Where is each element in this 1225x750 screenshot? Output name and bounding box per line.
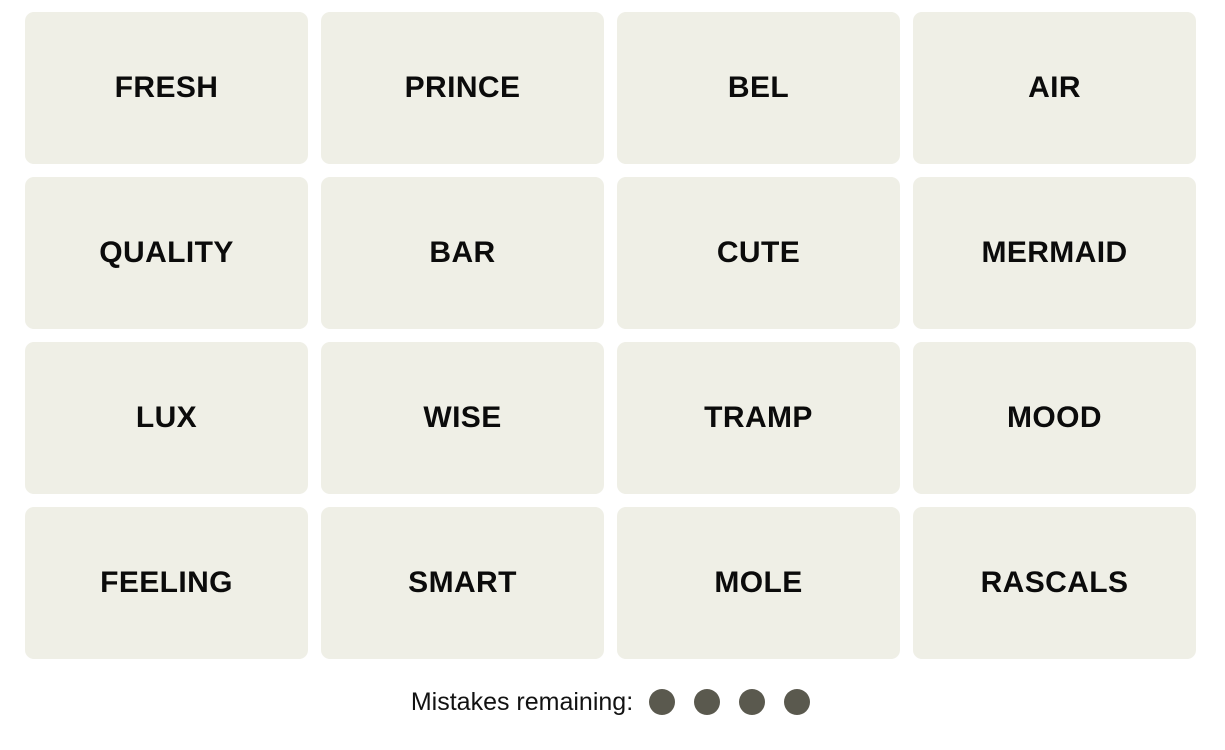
word-tile[interactable]: LUX [25,342,308,494]
word-tile[interactable]: FEELING [25,507,308,659]
word-tile-label: LUX [135,401,198,434]
word-tile[interactable]: MOOD [913,342,1196,494]
word-tile-label: TRAMP [704,401,813,434]
word-tile-label: RASCALS [980,566,1129,599]
mistake-dot-4 [784,689,811,715]
word-tile[interactable]: TRAMP [617,342,900,494]
word-tile[interactable]: MERMAID [913,177,1196,329]
word-tile[interactable]: CUTE [617,177,900,329]
mistake-dot-3 [739,689,766,715]
word-tile-label: PRINCE [404,71,521,104]
word-tile[interactable]: SMART [321,507,604,659]
word-tile-label: WISE [423,401,502,434]
mistake-dot-1 [649,689,676,715]
word-tile-label: SMART [408,566,517,599]
word-tile[interactable]: QUALITY [25,177,308,329]
word-tile-label: AIR [1028,71,1081,104]
mistake-dot-2 [694,689,721,715]
word-tile[interactable]: BAR [321,177,604,329]
connections-game-board: FRESH PRINCE BEL AIR QUALITY BAR CUTE MERMAID LU… [0,0,1225,750]
word-tile-label: FEELING [100,566,233,599]
word-tile-label: BEL [727,71,790,104]
mistakes-remaining-bar: Mistakes remaining: [25,689,1196,715]
word-tile[interactable]: MOLE [617,507,900,659]
word-tile-label: MOOD [1007,401,1102,434]
word-tile-label: MERMAID [981,236,1128,269]
word-tile-label: CUTE [716,236,801,269]
mistakes-dot-group [649,689,811,715]
word-tile[interactable]: WISE [321,342,604,494]
word-tile[interactable]: RASCALS [913,507,1196,659]
word-tile[interactable]: PRINCE [321,12,604,164]
word-tile[interactable]: AIR [913,12,1196,164]
word-tile[interactable]: BEL [617,12,900,164]
word-tile-grid: FRESH PRINCE BEL AIR QUALITY BAR CUTE MERMAID LU… [25,12,1196,659]
word-tile-label: MOLE [714,566,803,599]
mistakes-remaining-label: Mistakes remaining: [410,687,634,716]
word-tile[interactable]: FRESH [25,12,308,164]
word-tile-label: QUALITY [99,236,234,269]
word-tile-label: FRESH [114,71,219,104]
word-tile-label: BAR [429,236,496,269]
